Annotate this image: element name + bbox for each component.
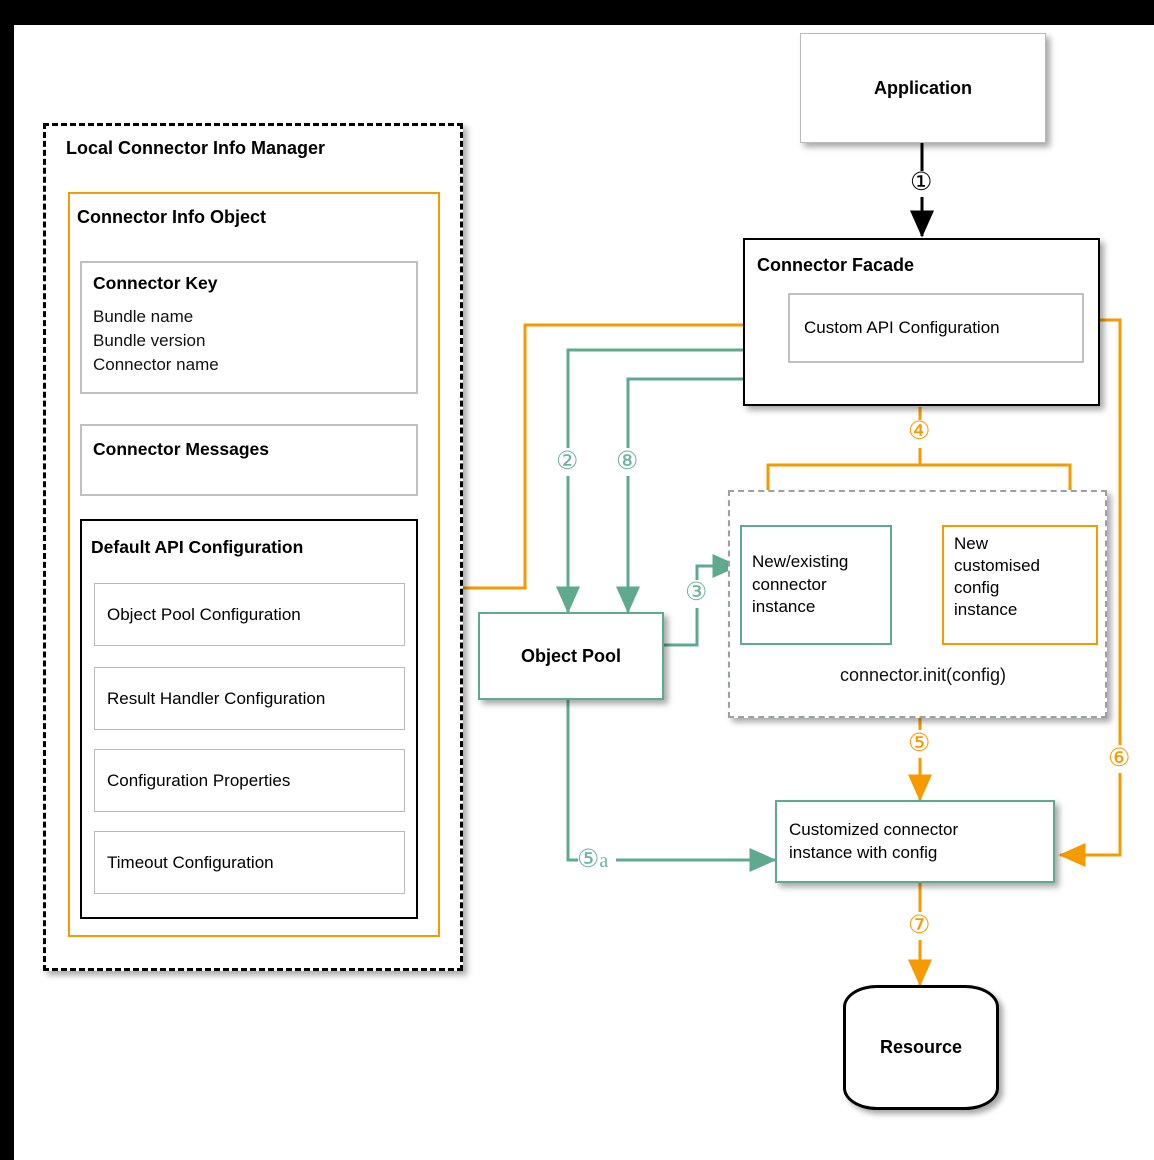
connector-key-fields: Bundle name Bundle version Connector nam… [93, 307, 219, 375]
connector-messages-box [80, 424, 418, 496]
connector-key-title: Connector Key [93, 273, 218, 293]
object-pool-node[interactable]: Object Pool [478, 612, 664, 700]
application-node[interactable]: Application [800, 33, 1046, 143]
custom-api-configuration-box: Custom API Configuration [788, 293, 1084, 363]
customized-connector-label: Customized connector instance with confi… [789, 819, 959, 862]
application-label: Application [874, 77, 972, 98]
local-connector-info-manager-title: Local Connector Info Manager [66, 138, 326, 158]
step-number-5a: ⑤a [577, 847, 608, 872]
default-api-item-label: Result Handler Configuration [107, 688, 326, 708]
connector-messages-title: Connector Messages [93, 439, 270, 459]
customized-connector-node[interactable]: Customized connector instance with confi… [775, 800, 1055, 883]
default-api-item: Result Handler Configuration [94, 667, 405, 730]
resource-label: Resource [879, 1037, 963, 1057]
default-api-item: Timeout Configuration [94, 831, 405, 894]
step-number-2: ② [556, 448, 579, 475]
step-number-1: ① [910, 169, 933, 196]
new-customised-config-instance-box[interactable]: New customised config instance [942, 525, 1098, 645]
default-api-configuration-title: Default API Configuration [91, 537, 304, 557]
connector-info-object-title: Connector Info Object [77, 207, 266, 227]
top-black-band [0, 0, 1154, 25]
step-number-8: ⑧ [616, 448, 639, 475]
default-api-item: Object Pool Configuration [94, 583, 405, 646]
new-existing-connector-instance-box[interactable]: New/existing connector instance [740, 525, 892, 645]
step-number-5a-num: ⑤ [577, 846, 600, 873]
step-number-3: ③ [685, 579, 708, 606]
connector-init-label: connector.init(config) [805, 665, 1041, 686]
default-api-item-label: Object Pool Configuration [107, 604, 301, 624]
default-api-item: Configuration Properties [94, 749, 405, 812]
default-api-item-label: Configuration Properties [107, 770, 291, 790]
step-number-4: ④ [908, 418, 931, 445]
resource-node[interactable]: Resource [843, 985, 999, 1110]
connector-facade-title: Connector Facade [757, 255, 915, 275]
default-api-item-label: Timeout Configuration [107, 852, 274, 872]
new-customised-config-instance-label: New customised config instance [954, 534, 1040, 620]
step-number-5a-suffix: a [599, 850, 609, 872]
diagram-canvas: Local Connector Info Manager Connector I… [0, 0, 1154, 1160]
step-number-7: ⑦ [908, 912, 931, 939]
step-number-5: ⑤ [908, 730, 931, 757]
step-number-6: ⑥ [1108, 745, 1131, 772]
new-existing-connector-instance-label: New/existing connector instance [752, 552, 849, 617]
custom-api-configuration-label: Custom API Configuration [804, 318, 1000, 337]
object-pool-label: Object Pool [520, 645, 621, 666]
left-black-band [0, 0, 14, 1160]
